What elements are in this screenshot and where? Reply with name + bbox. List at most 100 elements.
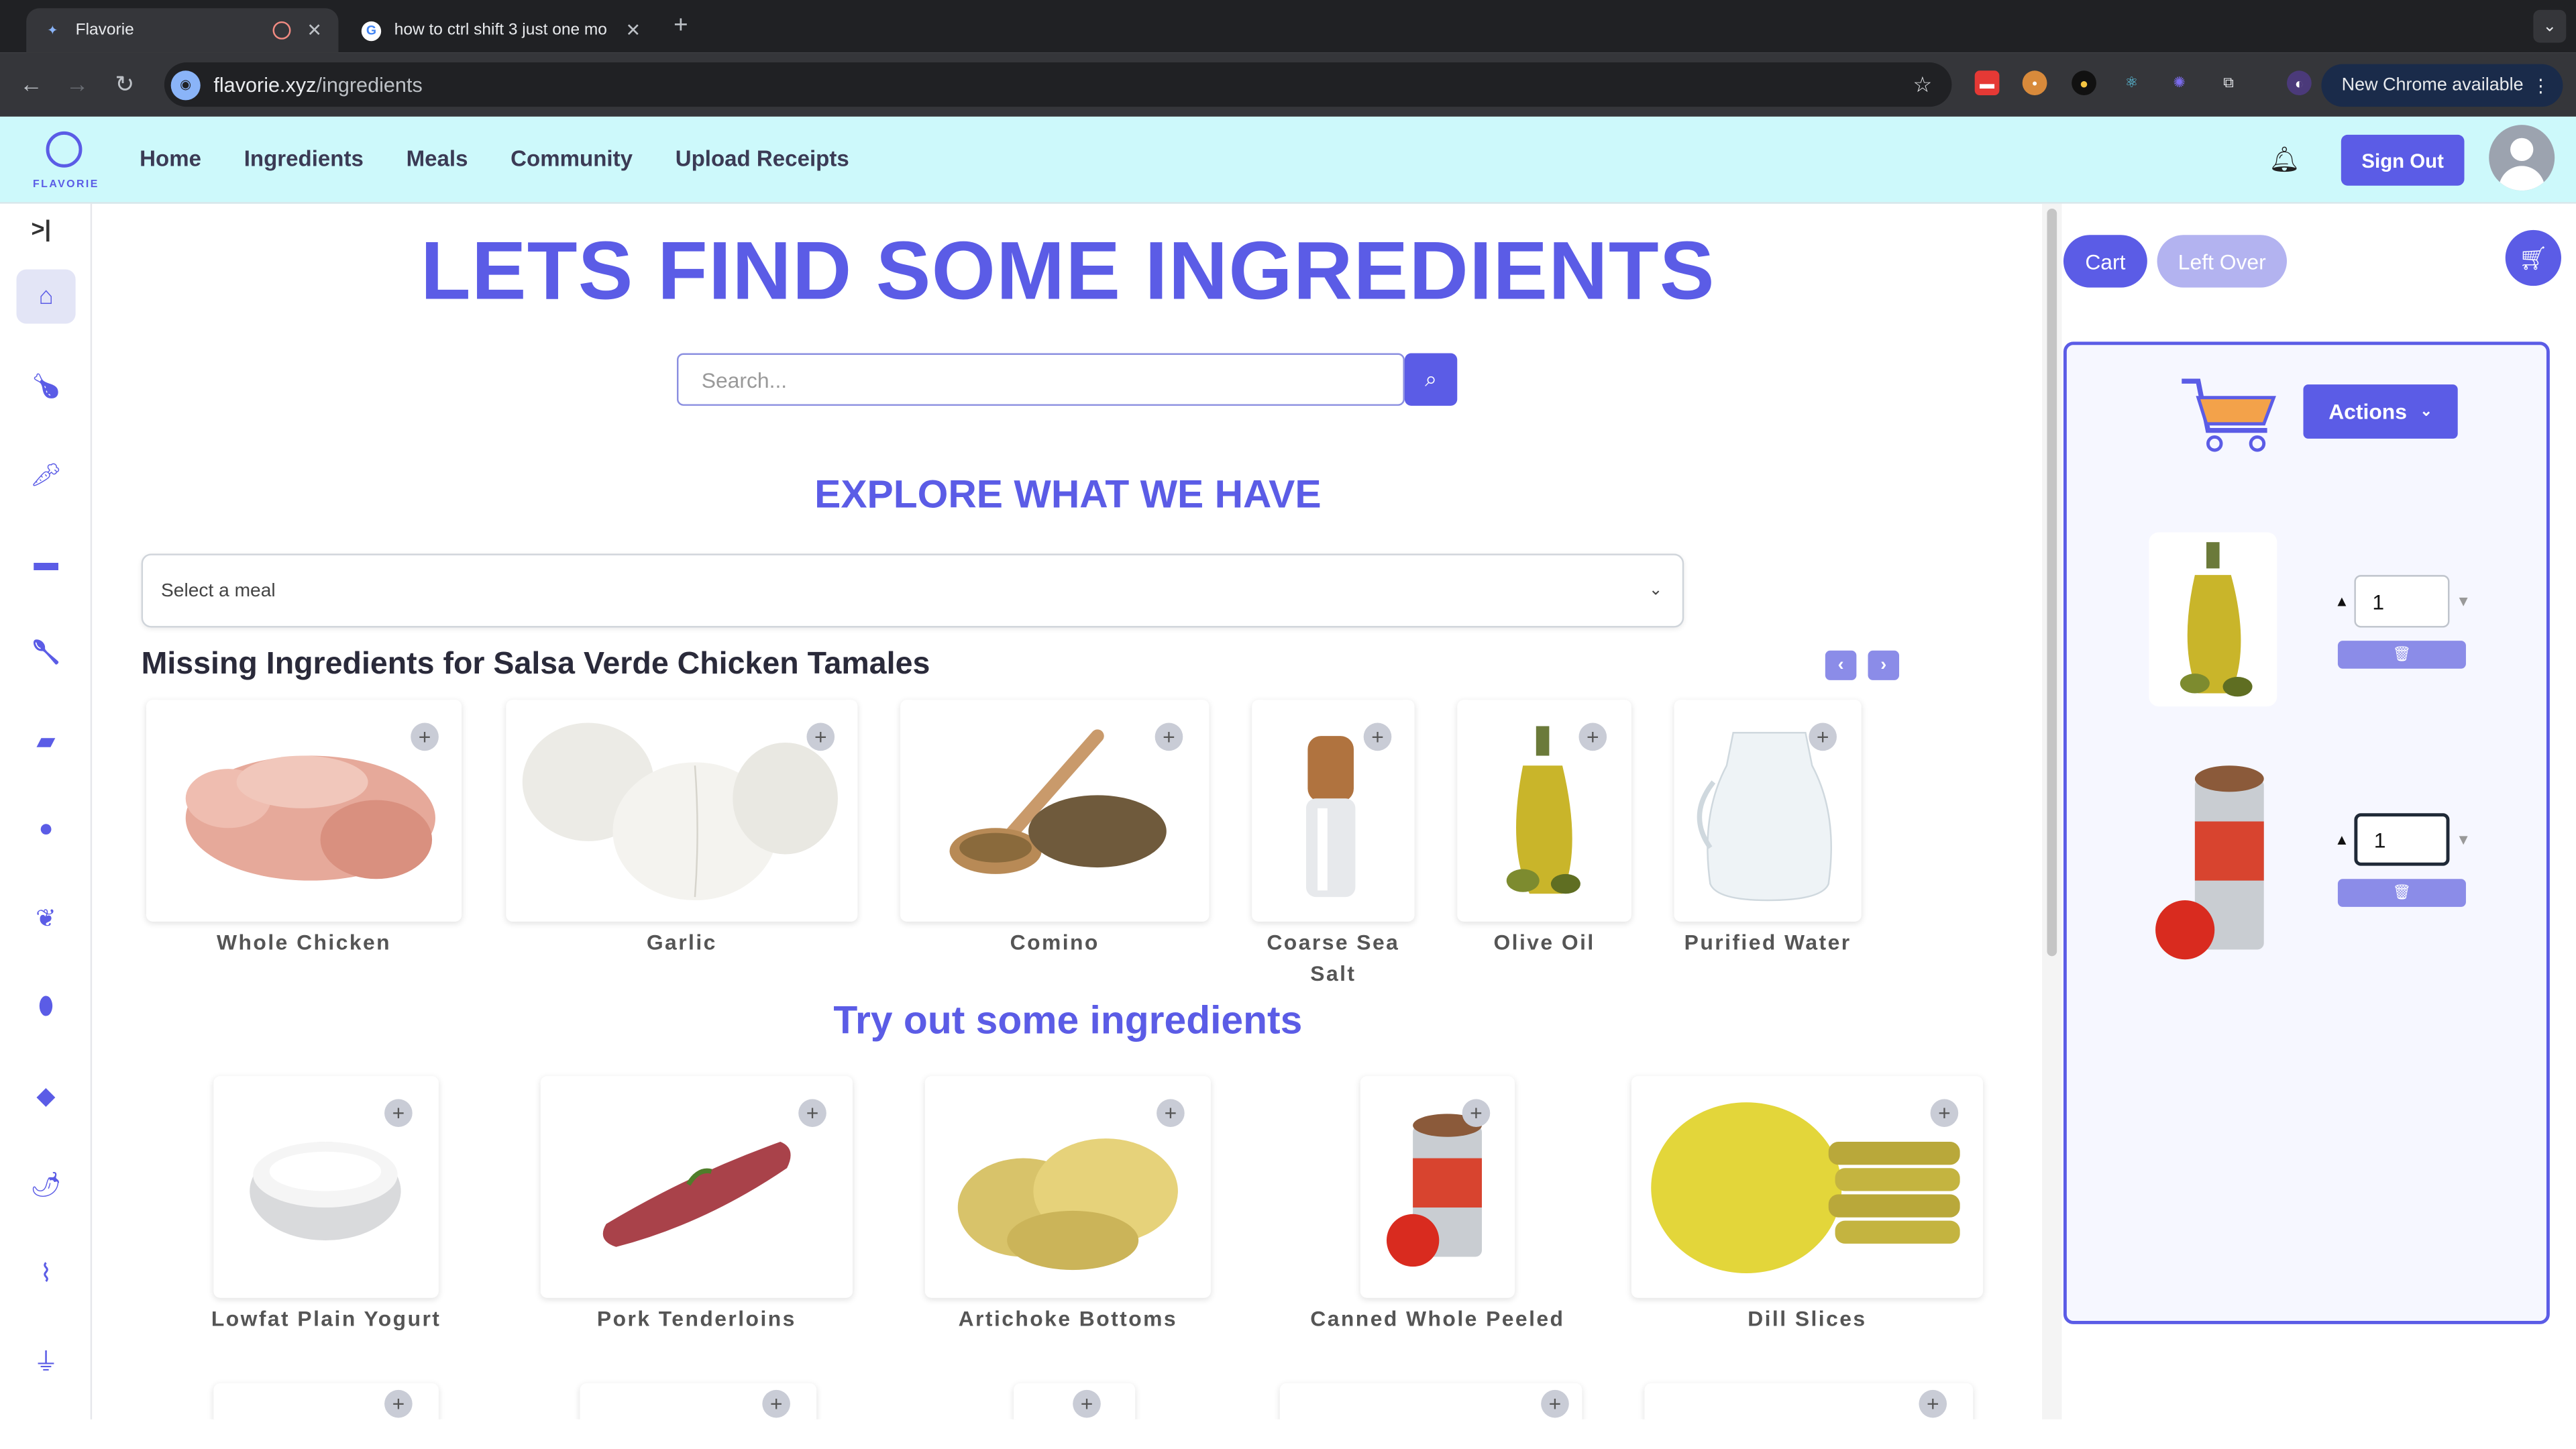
avatar[interactable] bbox=[2489, 125, 2555, 191]
flavorie-logo[interactable]: FLAVORIE bbox=[33, 127, 97, 196]
increment-icon[interactable]: ▲ bbox=[2334, 593, 2349, 609]
ingredient-card[interactable]: + bbox=[1279, 1383, 1582, 1419]
bread-icon[interactable]: ▰ bbox=[16, 713, 75, 767]
extension-red-icon[interactable]: ▬ bbox=[1974, 70, 2000, 96]
sign-out-button[interactable]: Sign Out bbox=[2341, 134, 2465, 186]
site-info-icon[interactable]: ◉ bbox=[170, 70, 201, 100]
bell-icon[interactable]: 🔔︎ bbox=[2269, 145, 2300, 174]
tab-flavorie[interactable]: ✦ Flavorie ✕ bbox=[26, 8, 339, 53]
nav-ingredients[interactable]: Ingredients bbox=[244, 146, 364, 171]
add-icon[interactable]: + bbox=[1919, 1389, 1947, 1418]
canned-tomato-image bbox=[2155, 765, 2264, 960]
extension-circle-icon[interactable]: ● bbox=[2072, 70, 2096, 96]
add-icon[interactable]: + bbox=[384, 1099, 413, 1128]
add-icon[interactable]: + bbox=[411, 722, 439, 751]
add-icon[interactable]: + bbox=[798, 1099, 826, 1128]
reload-icon[interactable]: ↻ bbox=[115, 70, 134, 99]
add-icon[interactable]: + bbox=[1930, 1099, 1959, 1128]
nav-upload-receipts[interactable]: Upload Receipts bbox=[676, 146, 849, 171]
delete-item-button[interactable]: 🗑︎ bbox=[2337, 641, 2466, 669]
search-button[interactable]: ⌕ bbox=[1404, 353, 1458, 406]
react-devtools-icon[interactable]: ⚛ bbox=[2119, 70, 2144, 95]
mortar-pestle-icon[interactable]: ⏚ bbox=[16, 1334, 75, 1389]
add-icon[interactable]: + bbox=[1541, 1389, 1569, 1418]
back-icon[interactable]: ← bbox=[19, 70, 42, 97]
ingredient-card-coarse-sea-salt[interactable]: + bbox=[1252, 700, 1415, 922]
decrement-icon[interactable]: ▼ bbox=[2456, 593, 2471, 609]
ingredient-card-pork-tenderloins[interactable]: + bbox=[540, 1076, 853, 1298]
ingredient-card-purified-water[interactable]: + bbox=[1674, 700, 1862, 922]
ingredient-card-dill-slices[interactable]: + bbox=[1631, 1076, 1983, 1298]
add-icon[interactable]: + bbox=[1073, 1389, 1101, 1418]
ingredient-card-comino[interactable]: + bbox=[900, 700, 1210, 922]
add-icon[interactable]: + bbox=[1462, 1099, 1491, 1128]
tab-left-over[interactable]: Left Over bbox=[2157, 235, 2288, 288]
more-vert-icon[interactable]: ⋮ bbox=[2532, 74, 2550, 96]
egg-icon[interactable]: ⬮ bbox=[16, 979, 75, 1034]
ingredient-card-canned-whole-peeled[interactable]: + bbox=[1360, 1076, 1515, 1298]
explore-heading: EXPLORE WHAT WE HAVE bbox=[814, 473, 1322, 518]
add-icon[interactable]: + bbox=[762, 1389, 790, 1418]
new-chrome-available-button[interactable]: New Chrome available ⋮ bbox=[2322, 64, 2563, 107]
seedling-icon[interactable]: ❦ bbox=[16, 890, 75, 945]
extension-gear-icon[interactable]: ✺ bbox=[2167, 70, 2192, 95]
cart-toggle-button[interactable]: 🛒︎ bbox=[2505, 229, 2561, 286]
ingredient-card-whole-chicken[interactable]: + bbox=[146, 700, 462, 922]
quantity-input[interactable]: 1 bbox=[2354, 575, 2450, 628]
tab-cart[interactable]: Cart bbox=[2063, 235, 2147, 288]
ingredient-label: Coarse Sea Salt bbox=[1267, 930, 1400, 986]
ingredient-card-artichoke-bottoms[interactable]: + bbox=[924, 1076, 1211, 1298]
forward-icon[interactable]: → bbox=[66, 70, 89, 97]
add-icon[interactable]: + bbox=[384, 1389, 413, 1418]
meat-drumstick-icon[interactable]: 🍗︎ bbox=[16, 358, 75, 413]
add-icon[interactable]: + bbox=[1578, 722, 1607, 751]
close-icon[interactable]: ✕ bbox=[307, 19, 322, 41]
main-scrollbar[interactable] bbox=[2042, 203, 2062, 1419]
chevron-down-icon[interactable]: ⌄ bbox=[2533, 9, 2567, 43]
nav-home[interactable]: Home bbox=[140, 146, 201, 171]
add-icon[interactable]: + bbox=[1809, 722, 1837, 751]
nav-meals[interactable]: Meals bbox=[407, 146, 468, 171]
carousel-prev-button[interactable]: ‹ bbox=[1825, 650, 1857, 680]
extensions-puzzle-icon[interactable]: ⧉ bbox=[2216, 70, 2241, 95]
bookmark-star-icon[interactable]: ☆ bbox=[1913, 72, 1932, 98]
ingredient-card[interactable]: + bbox=[1644, 1383, 1974, 1419]
delete-item-button[interactable]: 🗑︎ bbox=[2337, 879, 2466, 907]
ingredient-card-garlic[interactable]: + bbox=[506, 700, 858, 922]
pepper-icon[interactable]: 🌶︎ bbox=[16, 1157, 75, 1211]
scrollbar-thumb[interactable] bbox=[2047, 209, 2057, 957]
tab-google-search[interactable]: G how to ctrl shift 3 just one mo ✕ bbox=[345, 8, 657, 52]
carousel-next-button[interactable]: › bbox=[1868, 650, 1900, 680]
ingredient-label: Canned Whole Peeled bbox=[1310, 1305, 1565, 1331]
ingredient-card[interactable]: + bbox=[213, 1383, 439, 1419]
candy-cane-icon[interactable]: ⌇ bbox=[16, 1245, 75, 1299]
ingredient-card[interactable]: + bbox=[580, 1383, 817, 1419]
extension-cookie-icon[interactable]: • bbox=[2022, 70, 2047, 96]
cake-icon[interactable]: ▬ bbox=[16, 535, 75, 590]
nav-community[interactable]: Community bbox=[511, 146, 633, 171]
ingredient-card-lowfat-plain-yogurt[interactable]: + bbox=[213, 1076, 439, 1298]
sidebar-expand-icon[interactable]: >| bbox=[32, 215, 52, 241]
add-icon[interactable]: + bbox=[1155, 722, 1183, 751]
add-icon[interactable]: + bbox=[806, 722, 835, 751]
add-icon[interactable]: + bbox=[1157, 1099, 1185, 1128]
carrot-icon[interactable]: 🥕︎ bbox=[16, 447, 75, 501]
quantity-input[interactable]: 1 bbox=[2354, 813, 2450, 866]
meal-select[interactable]: Select a meal ⌄ bbox=[141, 553, 1684, 628]
fish-icon[interactable]: ◆ bbox=[16, 1068, 75, 1122]
spoon-icon[interactable]: 🥄︎ bbox=[16, 625, 75, 679]
add-icon[interactable]: + bbox=[1363, 722, 1392, 751]
actions-dropdown-button[interactable]: Actions ⌄ bbox=[2303, 384, 2458, 439]
close-icon[interactable]: ✕ bbox=[626, 19, 641, 41]
ingredient-card[interactable]: + bbox=[1014, 1383, 1136, 1419]
search-input[interactable]: Search... bbox=[676, 353, 1405, 406]
increment-icon[interactable]: ▲ bbox=[2334, 831, 2349, 847]
profile-avatar-icon[interactable]: ◐ bbox=[2287, 70, 2312, 96]
home-icon[interactable]: ⌂ bbox=[16, 269, 76, 324]
app-header: FLAVORIE Home Ingredients Meals Communit… bbox=[0, 116, 2576, 204]
new-tab-icon[interactable]: + bbox=[674, 11, 688, 40]
address-bar[interactable]: ◉ flavorie.xyz/ingredients ☆ bbox=[164, 62, 1952, 107]
apple-icon[interactable]: ● bbox=[16, 802, 75, 856]
ingredient-card-olive-oil[interactable]: + bbox=[1457, 700, 1631, 922]
decrement-icon[interactable]: ▼ bbox=[2456, 831, 2471, 847]
